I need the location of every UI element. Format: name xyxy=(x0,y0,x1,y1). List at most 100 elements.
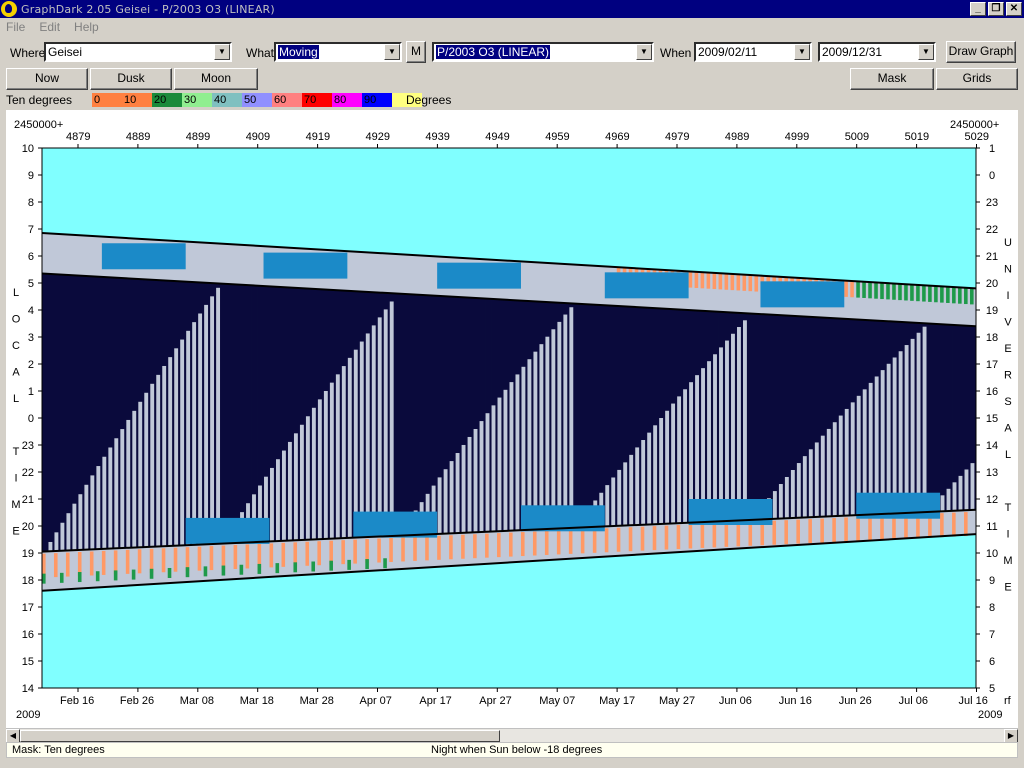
horizontal-scrollbar[interactable]: ◀ ▶ xyxy=(6,728,1018,743)
status-bar: Mask: Ten degrees Night when Sun below -… xyxy=(6,742,1018,758)
scroll-thumb[interactable] xyxy=(20,730,500,742)
dusk-button[interactable]: Dusk xyxy=(90,68,172,90)
moon-bar xyxy=(114,438,119,549)
object-bar xyxy=(401,537,405,562)
chevron-down-icon[interactable]: ▼ xyxy=(214,44,230,60)
twilight-column xyxy=(47,233,55,274)
moon-bar xyxy=(485,413,490,532)
twilight-column xyxy=(586,265,594,305)
twilight-column xyxy=(634,524,642,555)
moon-bar xyxy=(347,357,352,538)
local-hour-label: 23 xyxy=(22,440,34,452)
ut-axis-letter: U xyxy=(1004,237,1012,249)
twilight-column xyxy=(610,526,618,557)
moon-bar xyxy=(323,390,328,539)
legend-step: 70 xyxy=(302,93,332,107)
object-bar xyxy=(377,538,381,563)
twilight-column xyxy=(323,538,330,574)
window-title: GraphDark 2.05 Geisei - P/2003 O3 (LINEA… xyxy=(21,2,275,16)
moon-bar xyxy=(545,336,550,529)
moon-bar xyxy=(449,461,454,534)
object-bar xyxy=(940,286,944,303)
graph-canvas[interactable]: 2450000+ 2450000+4879 4889 4899 4909 4919 4929… xyxy=(6,110,1018,728)
moon-bar xyxy=(509,382,514,531)
minimize-button[interactable]: _ xyxy=(970,2,986,16)
twilight-column xyxy=(790,517,797,546)
m-button[interactable]: M xyxy=(406,41,426,63)
twilight-column xyxy=(682,522,690,552)
local-hour-label: 2 xyxy=(28,359,34,371)
object-select[interactable]: P/2003 O3 (LINEAR) ▼ xyxy=(432,42,654,62)
twilight-column xyxy=(646,524,654,554)
legend-step: 0 xyxy=(92,93,122,107)
twilight-column xyxy=(107,548,115,587)
object-bar xyxy=(239,564,244,575)
grids-button[interactable]: Grids xyxy=(936,68,1018,90)
local-hour-label: 9 xyxy=(28,170,34,182)
twilight-column xyxy=(131,547,139,586)
chevron-down-icon[interactable]: ▼ xyxy=(636,44,652,60)
restore-button[interactable]: ❐ xyxy=(988,2,1004,16)
object-bar xyxy=(383,558,387,569)
moon-bar xyxy=(850,402,855,516)
object-bar xyxy=(413,536,417,561)
draw-graph-button[interactable]: Draw Graph xyxy=(946,41,1016,63)
scroll-right-icon[interactable]: ▶ xyxy=(1004,729,1018,743)
twilight-column xyxy=(556,263,564,303)
end-date-select[interactable]: 2009/12/31 ▼ xyxy=(818,42,936,62)
object-bar xyxy=(257,563,262,574)
chevron-down-icon[interactable]: ▼ xyxy=(384,44,400,60)
visibility-graph[interactable]: 2450000+ 2450000+ 4879 4889 4899 4909 4919 4929… xyxy=(6,110,1018,728)
twilight-column xyxy=(83,235,91,276)
object-bar xyxy=(664,525,669,550)
local-axis-letter: M xyxy=(11,499,20,511)
object-bar xyxy=(59,572,64,583)
moon-bar xyxy=(335,374,340,539)
object-bar xyxy=(341,540,345,565)
object-bar xyxy=(42,573,46,584)
jd-tick-label: 4879 xyxy=(66,131,90,143)
twilight-column xyxy=(89,235,97,277)
what-select[interactable]: Moving ▼ xyxy=(274,42,402,62)
moon-bar xyxy=(78,494,83,551)
object-bar xyxy=(89,551,94,576)
menu-file[interactable]: File xyxy=(6,20,25,34)
twilight-block xyxy=(604,272,689,299)
legend-step: 50 xyxy=(242,93,272,107)
menu-edit[interactable]: Edit xyxy=(39,20,60,34)
moon-bar xyxy=(539,344,544,530)
local-axis-letter: O xyxy=(12,314,21,326)
twilight-column xyxy=(233,244,240,285)
where-select[interactable]: Geisei ▼ xyxy=(44,42,232,62)
object-bar xyxy=(425,536,429,561)
start-date-select[interactable]: 2009/02/11 ▼ xyxy=(694,42,812,62)
night-column xyxy=(586,304,594,528)
ut-hour-label: 8 xyxy=(989,602,995,614)
close-button[interactable]: ✕ xyxy=(1006,2,1022,16)
object-bar xyxy=(892,283,896,300)
legend-bar: Ten degrees 0 10 20 30 40 50 60 70 80 90 Degrees xyxy=(6,92,1018,108)
local-hour-label: 1 xyxy=(28,386,34,398)
mask-button[interactable]: Mask xyxy=(850,68,934,90)
twilight-column xyxy=(407,254,414,295)
moon-bar xyxy=(383,309,388,537)
now-button[interactable]: Now xyxy=(6,68,88,90)
twilight-column xyxy=(550,263,558,303)
night-column xyxy=(59,274,67,551)
twilight-column xyxy=(413,255,420,295)
scroll-left-icon[interactable]: ◀ xyxy=(6,729,20,743)
object-bar xyxy=(101,550,106,575)
local-hour-label: 8 xyxy=(28,197,34,209)
menu-help[interactable]: Help xyxy=(74,20,99,34)
moon-bar xyxy=(701,368,705,522)
year-left: 2009 xyxy=(16,709,40,721)
moon-bar xyxy=(156,374,161,547)
what-value: Moving xyxy=(278,45,319,59)
moon-bar xyxy=(467,436,472,533)
moon-button[interactable]: Moon xyxy=(174,68,258,90)
twilight-column xyxy=(77,235,85,276)
chevron-down-icon[interactable]: ▼ xyxy=(794,44,810,60)
chevron-down-icon[interactable]: ▼ xyxy=(918,44,934,60)
twilight-column xyxy=(59,234,67,275)
twilight-column xyxy=(119,548,127,587)
